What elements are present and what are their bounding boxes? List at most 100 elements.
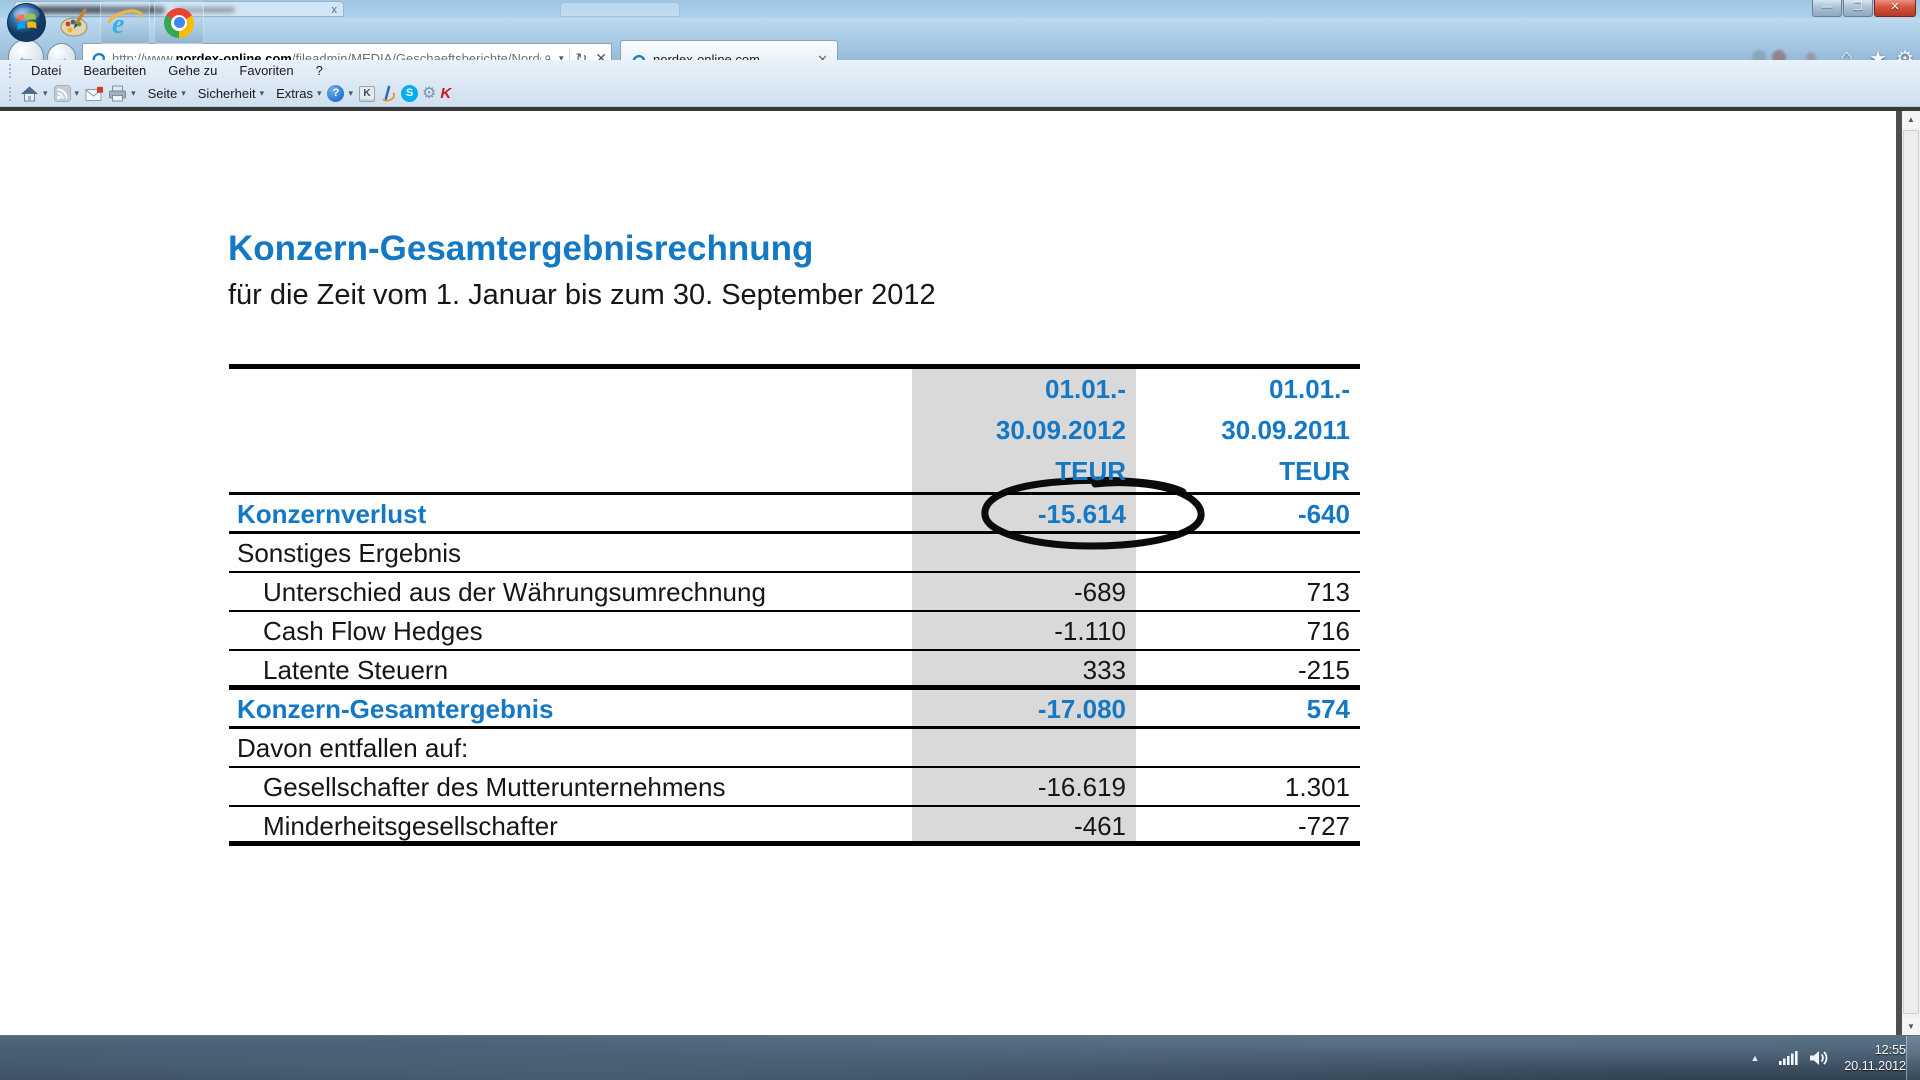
- header-line: 30.09.2012: [912, 410, 1126, 451]
- home-button[interactable]: ▾: [20, 85, 50, 102]
- table-row: Sonstiges Ergebnis: [229, 534, 1360, 573]
- browser-navigation-row: ← → http://www.nordex-online.com/fileadm…: [0, 18, 1920, 60]
- table-row: Unterschied aus der Währungsumrechnung-6…: [229, 573, 1360, 612]
- safety-menu-button[interactable]: Sicherheit ▾: [192, 86, 266, 101]
- table-row: Davon entfallen auf:: [229, 729, 1360, 768]
- window-close-button[interactable]: ✕: [1874, 0, 1916, 17]
- table-cell: 574: [1136, 690, 1360, 726]
- page-title: Konzern-Gesamtergebnisrechnung: [228, 229, 813, 269]
- scrollbar-down-icon[interactable]: ▼: [1902, 1018, 1920, 1035]
- taskbar: [0, 1035, 1920, 1080]
- internet-explorer-icon: e: [106, 7, 144, 39]
- table-cell: -15.614: [912, 495, 1136, 531]
- tray-expand-icon[interactable]: ▲: [1741, 1053, 1768, 1063]
- table-cell: Sonstiges Ergebnis: [229, 534, 912, 571]
- help-button[interactable]: ? ▾: [327, 85, 355, 102]
- table-cell: -16.619: [912, 768, 1136, 805]
- gear-icon: ⚙: [422, 86, 436, 102]
- header-line: 30.09.2011: [1136, 410, 1350, 451]
- column-header-2011: 01.01.-30.09.2011TEUR: [1136, 369, 1360, 492]
- command-bar: ▾ ▾ ▾ Seite ▾ Sicherheit ▾ Extra: [0, 81, 1920, 107]
- menu-item-gehezu[interactable]: Gehe zu: [157, 63, 228, 78]
- table-cell: -461: [912, 807, 1136, 841]
- page-dropdown-icon: ▾: [177, 88, 188, 99]
- scrollbar-up-icon[interactable]: ▲: [1902, 111, 1920, 128]
- header-line: 01.01.-: [1136, 369, 1350, 410]
- table-row: Konzern-Gesamtergebnis-17.080574: [229, 690, 1360, 729]
- feed-dropdown-icon[interactable]: ▾: [71, 88, 82, 99]
- start-button[interactable]: [6, 2, 47, 43]
- table-cell: Davon entfallen auf:: [229, 729, 912, 766]
- table-cell: 716: [1136, 612, 1360, 649]
- addon-kaspersky-button[interactable]: K: [440, 86, 451, 102]
- table-row: Cash Flow Hedges-1.110716: [229, 612, 1360, 651]
- table-cell: [912, 729, 1136, 766]
- tools-dropdown-icon: ▾: [313, 88, 324, 99]
- document-page: Konzern-Gesamtergebnisrechnung für die Z…: [0, 111, 1896, 1035]
- table-header: 01.01.-30.09.2012TEUR 01.01.-30.09.2011T…: [229, 364, 1360, 495]
- table-row: Minderheitsgesellschafter-461-727: [229, 807, 1360, 846]
- feed-button[interactable]: ▾: [54, 85, 82, 102]
- system-tray: ▲ 12:55 20.11.2012: [1741, 1035, 1906, 1080]
- table-row: Latente Steuern333-215: [229, 651, 1360, 690]
- home-dropdown-icon[interactable]: ▾: [39, 88, 50, 99]
- table-cell: [1136, 729, 1360, 766]
- table-cell: [1136, 534, 1360, 571]
- print-button[interactable]: ▾: [108, 85, 138, 102]
- skype-icon: S: [401, 85, 418, 102]
- table-cell: -640: [1136, 495, 1360, 531]
- menu-item-hilfe[interactable]: ?: [305, 63, 334, 78]
- financial-table: 01.01.-30.09.2012TEUR 01.01.-30.09.2011T…: [229, 364, 1360, 846]
- header-line: TEUR: [1136, 451, 1350, 492]
- clock[interactable]: 12:55 20.11.2012: [1844, 1042, 1906, 1074]
- show-desktop-button[interactable]: [1906, 1036, 1920, 1080]
- addon-settings-button[interactable]: ⚙: [422, 86, 436, 102]
- internet-explorer-taskbar-button[interactable]: e: [100, 1, 150, 44]
- chrome-icon: [164, 8, 194, 38]
- menu-item-bearbeiten[interactable]: Bearbeiten: [72, 63, 157, 78]
- table-cell: Cash Flow Hedges: [229, 612, 912, 649]
- page-menu-label: Seite: [142, 86, 178, 101]
- table-cell: 713: [1136, 573, 1360, 610]
- table-cell: Unterschied aus der Währungsumrechnung: [229, 573, 912, 610]
- column-header-2012: 01.01.-30.09.2012TEUR: [912, 369, 1136, 492]
- tools-menu-label: Extras: [270, 86, 313, 101]
- chrome-taskbar-button[interactable]: [154, 1, 204, 44]
- addon-key-button[interactable]: K: [359, 86, 375, 102]
- table-cell: -1.110: [912, 612, 1136, 649]
- network-signal-icon[interactable]: [1778, 1050, 1798, 1066]
- help-dropdown-icon[interactable]: ▾: [344, 88, 355, 99]
- paint-taskbar-button[interactable]: [58, 6, 92, 40]
- kaspersky-icon: K: [440, 86, 451, 102]
- clock-time: 12:55: [1844, 1042, 1906, 1058]
- window-maximize-button[interactable]: ❒: [1843, 0, 1873, 17]
- table-cell: -727: [1136, 807, 1360, 841]
- page-menu-button[interactable]: Seite ▾: [142, 86, 188, 101]
- safety-menu-label: Sicherheit: [192, 86, 256, 101]
- ghost-tab-close-icon: x: [332, 2, 338, 18]
- menu-item-datei[interactable]: Datei: [20, 63, 72, 78]
- table-cell: Konzern-Gesamtergebnis: [229, 690, 912, 726]
- window-titlebar: x — ❒ ✕: [0, 0, 1920, 18]
- addon-pen-button[interactable]: [379, 85, 397, 103]
- scrollbar-thumb[interactable]: [1903, 130, 1919, 1014]
- volume-speaker-icon[interactable]: [1808, 1049, 1830, 1067]
- read-mail-button[interactable]: [85, 86, 104, 102]
- tools-menu-button[interactable]: Extras ▾: [270, 86, 323, 101]
- table-cell: Gesellschafter des Mutterunternehmens: [229, 768, 912, 805]
- table-cell: -215: [1136, 651, 1360, 685]
- table-row: Konzernverlust-15.614-640: [229, 495, 1360, 534]
- toolbar-grip: [9, 64, 12, 78]
- page-subtitle: für die Zeit vom 1. Januar bis zum 30. S…: [228, 279, 936, 312]
- keyboard-key-icon: K: [359, 86, 375, 102]
- home-icon: [20, 85, 39, 102]
- menu-item-favoriten[interactable]: Favoriten: [228, 63, 304, 78]
- background-ghost-tab: [560, 2, 680, 17]
- vertical-scrollbar[interactable]: ▲ ▼: [1902, 111, 1920, 1035]
- pen-icon: [379, 85, 397, 103]
- addon-skype-button[interactable]: S: [401, 85, 418, 102]
- clock-date: 20.11.2012: [1844, 1058, 1906, 1074]
- window-minimize-button[interactable]: —: [1812, 0, 1842, 17]
- print-dropdown-icon[interactable]: ▾: [127, 88, 138, 99]
- header-line: TEUR: [912, 451, 1126, 492]
